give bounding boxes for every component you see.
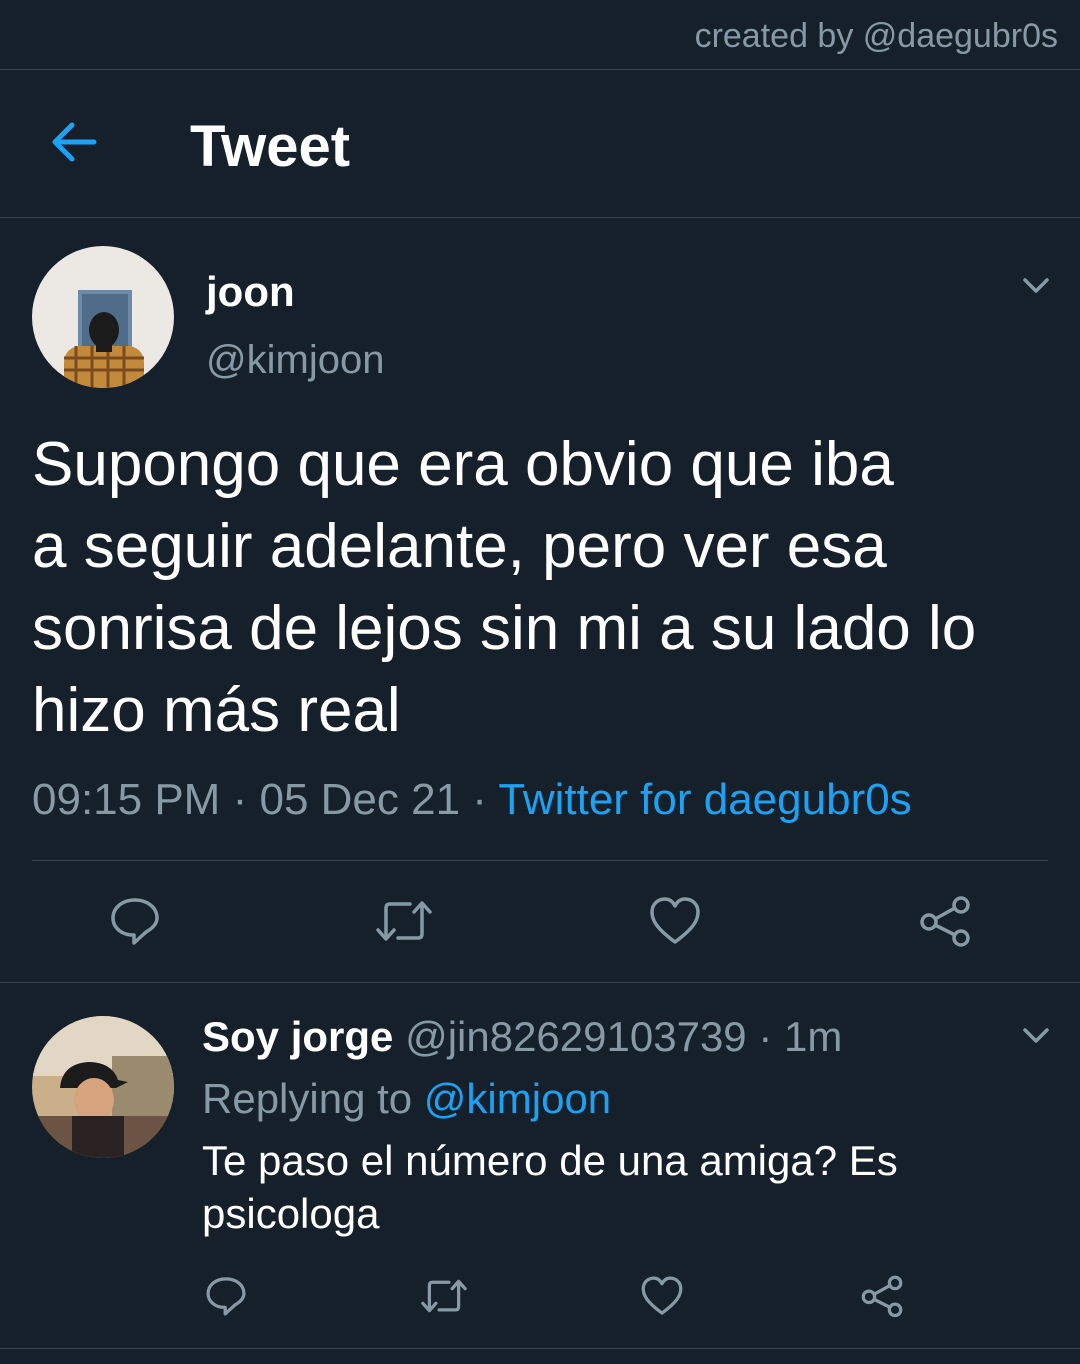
creator-credit: created by @daegubr0s xyxy=(694,17,1058,55)
avatar-photo xyxy=(32,246,174,388)
tweet-date: 05 Dec 21 xyxy=(259,775,461,824)
replying-to-line: Replying to @kimjoon xyxy=(202,1072,611,1126)
author-name[interactable]: joon xyxy=(206,266,295,318)
retweet-icon[interactable] xyxy=(418,1274,470,1318)
chevron-down-icon[interactable] xyxy=(1020,1022,1052,1048)
tweet-text-line: Supongo que era obvio que iba xyxy=(32,430,894,499)
like-icon[interactable] xyxy=(648,894,702,948)
reply-author-avatar[interactable] xyxy=(32,1016,174,1158)
meta-separator: · xyxy=(232,775,248,824)
tweet-time: 09:15 PM xyxy=(32,775,221,824)
avatar-photo xyxy=(32,1016,174,1158)
meta-separator: · xyxy=(758,1013,773,1060)
reply-icon[interactable] xyxy=(204,1274,248,1318)
tweet-text: Supongo que era obvio que iba a seguir a… xyxy=(32,424,1042,752)
reply-text: Te paso el número de una amiga? Es psico… xyxy=(202,1137,898,1237)
page-title: Tweet xyxy=(190,114,351,179)
tweet-text-line: hizo más real xyxy=(32,676,401,745)
reply-icon[interactable] xyxy=(108,894,162,948)
author-handle[interactable]: @kimjoon xyxy=(206,334,384,386)
tweet-text-line: sonrisa de lejos sin mi a su lado lo xyxy=(32,594,977,663)
retweet-icon[interactable] xyxy=(372,894,436,948)
meta-separator: · xyxy=(472,775,487,824)
tweet-source-link[interactable]: Twitter for daegubr0s xyxy=(498,775,911,824)
reply-header: Soy jorge @jin82629103739 · 1m xyxy=(202,1010,842,1064)
meta-divider xyxy=(32,860,1048,861)
reply-author-handle[interactable]: @jin82629103739 xyxy=(405,1013,747,1060)
reply-author-name[interactable]: Soy jorge xyxy=(202,1013,393,1060)
reply-age: 1m xyxy=(784,1013,843,1060)
author-avatar[interactable] xyxy=(32,246,174,388)
arrow-left-icon xyxy=(52,122,97,162)
like-icon[interactable] xyxy=(640,1274,684,1318)
header-divider xyxy=(0,217,1080,218)
share-icon[interactable] xyxy=(918,894,972,948)
header-bar: Tweet xyxy=(0,70,1080,217)
share-icon[interactable] xyxy=(860,1274,904,1318)
thread-divider xyxy=(0,982,1080,983)
replying-to-label: Replying to xyxy=(202,1075,413,1122)
back-button[interactable] xyxy=(46,112,102,172)
tweet-text-line: a seguir adelante, pero ver esa xyxy=(32,512,887,581)
tweet-meta: 09:15 PM · 05 Dec 21 · Twitter for daegu… xyxy=(32,772,912,828)
replying-to-mention[interactable]: @kimjoon xyxy=(424,1075,611,1122)
chevron-down-icon[interactable] xyxy=(1020,272,1052,298)
bottom-divider xyxy=(0,1348,1080,1349)
